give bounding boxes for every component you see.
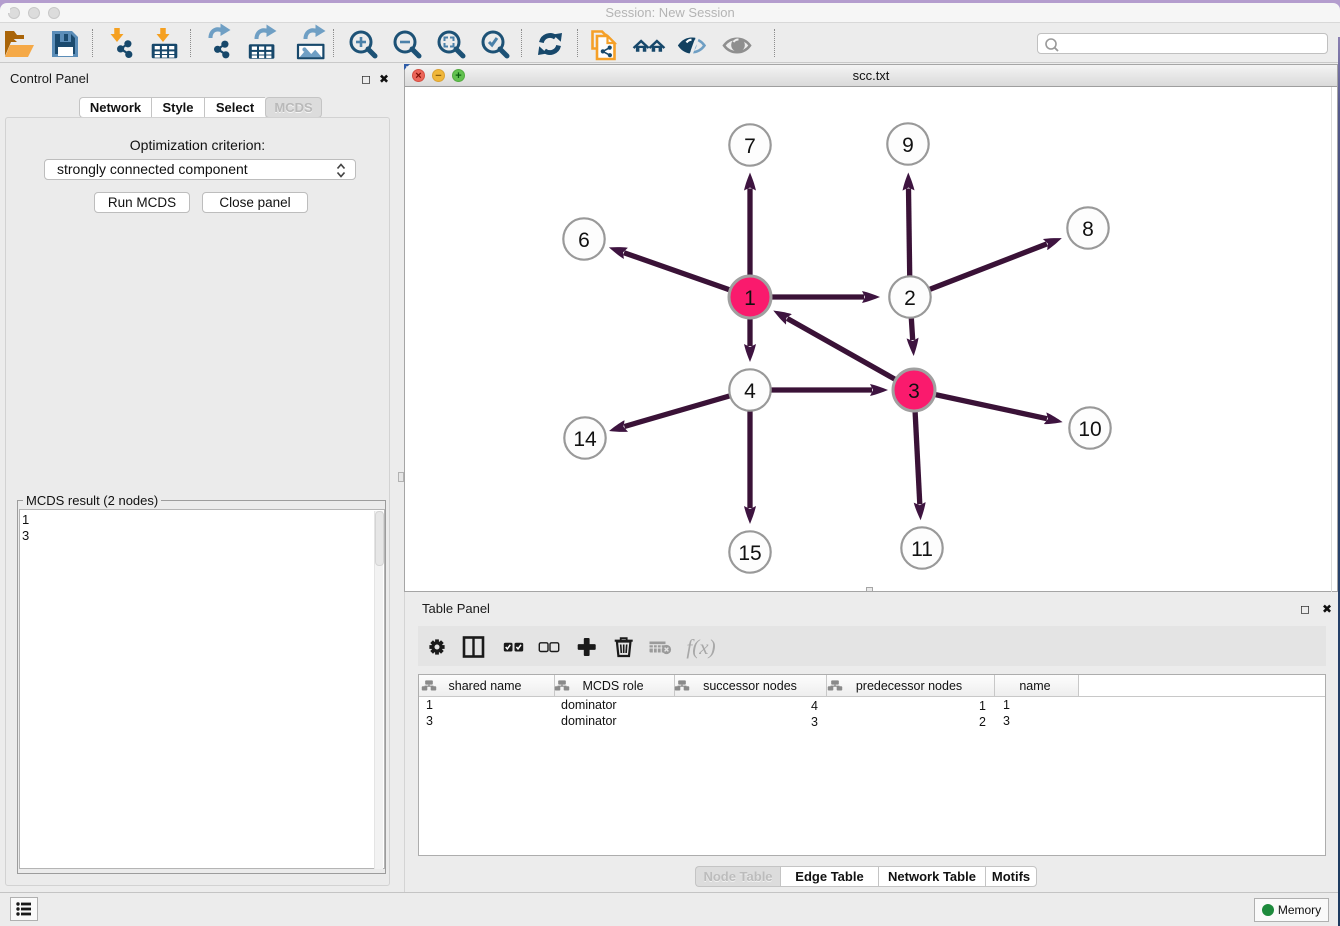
svg-text:1: 1 xyxy=(1003,698,1010,712)
svg-text:2: 2 xyxy=(979,715,986,729)
svg-text:7: 7 xyxy=(744,135,756,158)
svg-text:MCDS role: MCDS role xyxy=(582,679,643,693)
svg-text:1: 1 xyxy=(426,698,433,712)
svg-text:11: 11 xyxy=(911,538,933,561)
svg-text:14: 14 xyxy=(573,428,597,451)
svg-text:3: 3 xyxy=(1003,714,1010,728)
svg-text:shared name: shared name xyxy=(449,679,522,693)
svg-text:successor nodes: successor nodes xyxy=(703,679,797,693)
svg-text:3: 3 xyxy=(811,715,818,729)
svg-text:1: 1 xyxy=(744,287,756,310)
svg-text:1: 1 xyxy=(979,699,986,713)
svg-text:name: name xyxy=(1019,679,1050,693)
svg-text:6: 6 xyxy=(578,229,590,252)
svg-text:f(x): f(x) xyxy=(686,635,715,659)
svg-text:15: 15 xyxy=(738,542,761,565)
svg-text:dominator: dominator xyxy=(561,714,617,728)
svg-text:4: 4 xyxy=(744,380,756,403)
svg-text:dominator: dominator xyxy=(561,698,617,712)
svg-text:8: 8 xyxy=(1082,218,1094,241)
svg-text:10: 10 xyxy=(1078,418,1101,441)
svg-text:4: 4 xyxy=(811,699,818,713)
svg-text:predecessor nodes: predecessor nodes xyxy=(856,679,962,693)
svg-text:3: 3 xyxy=(426,714,433,728)
svg-text:3: 3 xyxy=(908,380,920,403)
svg-text:9: 9 xyxy=(902,134,914,157)
svg-text:2: 2 xyxy=(904,287,916,310)
